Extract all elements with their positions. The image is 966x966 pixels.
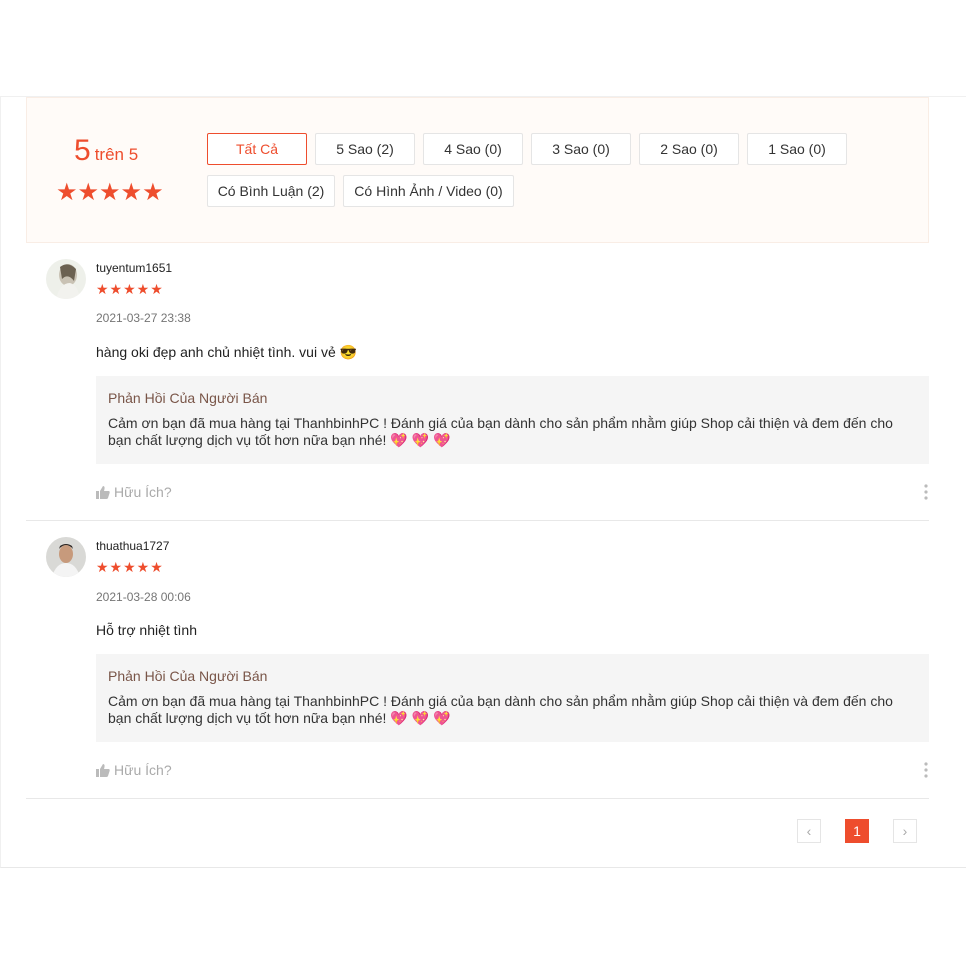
pagination-prev-button[interactable]: ‹ (797, 819, 821, 843)
more-options-icon[interactable] (923, 484, 929, 500)
helpful-label: Hữu Ích? (114, 484, 172, 500)
thumbs-up-icon (96, 485, 110, 499)
seller-reply-body: Cảm ơn bạn đã mua hàng tại ThanhbinhPC !… (108, 693, 893, 726)
rating-score-value: 5 (74, 134, 91, 167)
helpful-label: Hữu Ích? (114, 762, 172, 778)
heart-icon: 💖 💖 💖 (390, 710, 451, 726)
review-comment-text: hàng oki đẹp anh chủ nhiệt tình. vui vẻ (96, 344, 336, 360)
review-divider (26, 520, 929, 521)
review-date: 2021-03-28 00:06 (96, 590, 191, 604)
chevron-left-icon: ‹ (806, 823, 812, 839)
filter-3-star[interactable]: 3 Sao (0) (531, 133, 631, 165)
seller-reply-text: Cảm ơn bạn đã mua hàng tại ThanhbinhPC !… (108, 693, 917, 727)
pagination-next-button[interactable]: › (893, 819, 917, 843)
thumbs-up-icon (96, 763, 110, 777)
pagination-page-1[interactable]: 1 (845, 819, 869, 843)
rating-stars: ★★★★★ (56, 179, 164, 206)
seller-reply: Phản Hồi Của Người Bán Cảm ơn bạn đã mua… (96, 654, 929, 742)
review-date: 2021-03-27 23:38 (96, 311, 191, 325)
filter-with-comment[interactable]: Có Bình Luận (2) (207, 175, 335, 207)
avatar[interactable] (46, 259, 86, 299)
avatar[interactable] (46, 537, 86, 577)
helpful-button[interactable]: Hữu Ích? (96, 762, 172, 778)
filter-all[interactable]: Tất Cả (207, 133, 307, 165)
more-options-icon[interactable] (923, 762, 929, 778)
seller-reply-title: Phản Hồi Của Người Bán (108, 390, 268, 406)
review-comment: Hỗ trợ nhiệt tình (96, 622, 197, 638)
filter-with-media[interactable]: Có Hình Ảnh / Video (0) (343, 175, 514, 207)
filter-2-star[interactable]: 2 Sao (0) (639, 133, 739, 165)
rating-overview (26, 97, 929, 243)
filter-4-star[interactable]: 4 Sao (0) (423, 133, 523, 165)
review-item: thuathua1727 ★★★★★ 2021-03-28 00:06 Hỗ t… (26, 533, 929, 797)
rating-score-suffix: trên 5 (94, 145, 139, 164)
seller-reply-title: Phản Hồi Của Người Bán (108, 668, 268, 684)
review-username[interactable]: tuyentum1651 (96, 261, 172, 275)
review-stars: ★★★★★ (96, 281, 164, 297)
seller-reply-text: Cảm ơn bạn đã mua hàng tại ThanhbinhPC !… (108, 415, 917, 449)
review-comment: hàng oki đẹp anh chủ nhiệt tình. vui vẻ … (96, 344, 357, 361)
review-username[interactable]: thuathua1727 (96, 539, 169, 553)
review-comment-text: Hỗ trợ nhiệt tình (96, 622, 198, 638)
review-divider (26, 798, 929, 799)
sunglasses-emoji-icon: 😎 (339, 344, 358, 360)
helpful-button[interactable]: Hữu Ích? (96, 484, 172, 500)
filter-1-star[interactable]: 1 Sao (0) (747, 133, 847, 165)
heart-icon: 💖 💖 💖 (390, 432, 451, 448)
review-item: tuyentum1651 ★★★★★ 2021-03-27 23:38 hàng… (26, 255, 929, 519)
seller-reply-body: Cảm ơn bạn đã mua hàng tại ThanhbinhPC !… (108, 415, 893, 448)
chevron-right-icon: › (902, 823, 908, 839)
seller-reply: Phản Hồi Của Người Bán Cảm ơn bạn đã mua… (96, 376, 929, 464)
rating-score: 5 trên 5 (74, 134, 138, 168)
filter-5-star[interactable]: 5 Sao (2) (315, 133, 415, 165)
review-stars: ★★★★★ (96, 559, 164, 575)
